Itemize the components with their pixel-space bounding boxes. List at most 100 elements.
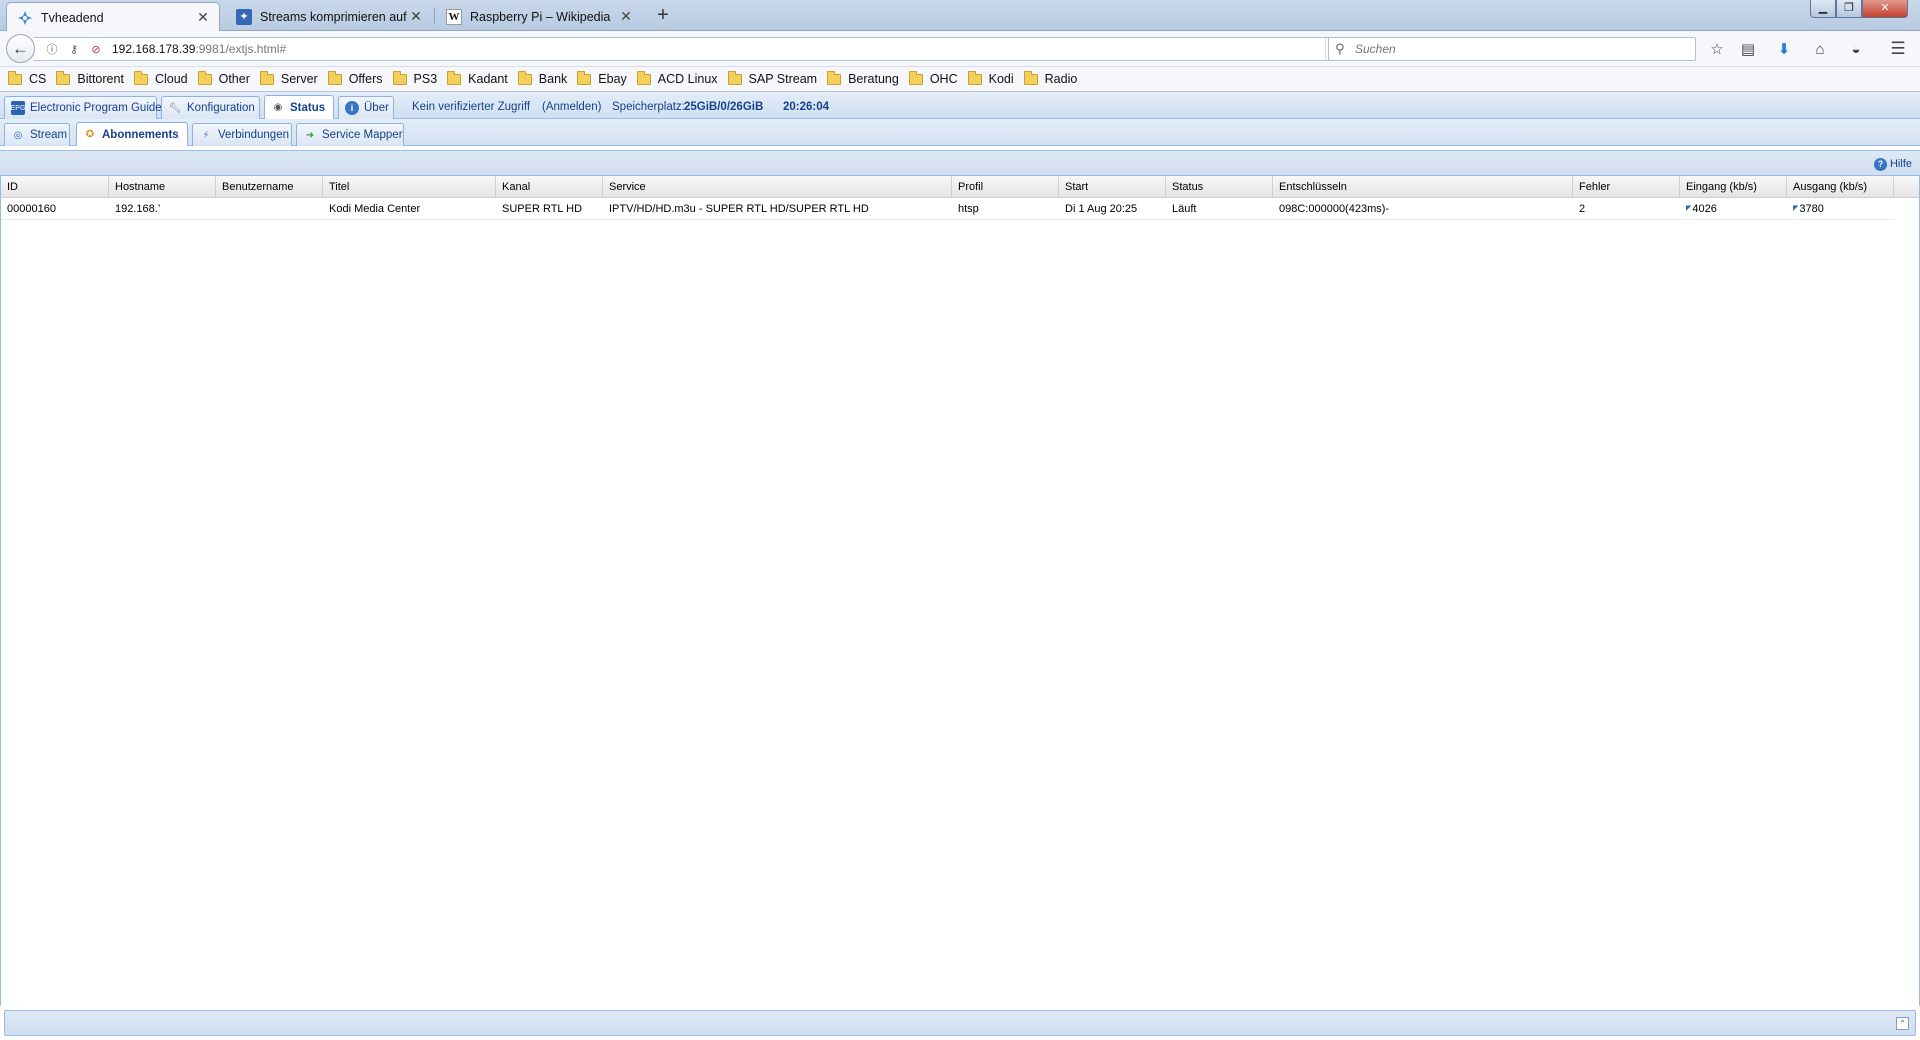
cell-eingang: ◤4026	[1680, 198, 1787, 220]
subscriptions-grid: ID Hostname Benutzername Titel Kanal Ser…	[0, 176, 1920, 1006]
close-window-button[interactable]: ✕	[1862, 0, 1908, 18]
cell-eingang-value: 4026	[1692, 203, 1717, 215]
close-tab-icon[interactable]: ✕	[408, 8, 424, 25]
cell-start: Di 1 Aug 20:25	[1065, 203, 1138, 215]
search-input[interactable]	[1355, 42, 1685, 56]
tab-label: Electronic Program Guide	[30, 102, 162, 114]
tab-label: Über	[364, 102, 389, 114]
back-button[interactable]: ←	[6, 34, 35, 63]
column-header-kanal[interactable]: Kanal	[496, 176, 603, 198]
bookmark-folder-beratung[interactable]: Beratung	[827, 70, 899, 86]
column-header-id[interactable]: ID	[1, 176, 109, 198]
tab-konfiguration[interactable]: 🔧︎ Konfiguration	[161, 96, 260, 119]
column-header-status[interactable]: Status	[1166, 176, 1273, 198]
browser-tab-label: Raspberry Pi – Wikipedia	[470, 9, 611, 24]
column-header-hostname[interactable]: Hostname	[109, 176, 216, 198]
bookmark-folder-acd-linux[interactable]: ACD Linux	[636, 70, 718, 86]
bookmark-folder-other[interactable]: Other	[197, 70, 250, 86]
browser-tab-tvheadend[interactable]: Tvheadend ✕	[6, 2, 220, 32]
bottom-status-bar: ⌃	[4, 1010, 1916, 1036]
bookmark-folder-ebay[interactable]: Ebay	[577, 70, 627, 86]
bookmark-star-icon[interactable]: ☆	[1705, 38, 1729, 60]
cell-ausgang: ◤3780	[1787, 198, 1894, 220]
bookmark-folder-offers[interactable]: Offers	[327, 70, 383, 86]
folder-icon	[517, 70, 532, 85]
folder-icon	[727, 70, 742, 85]
key-icon: ⚷	[69, 43, 79, 56]
help-button[interactable]: ? Hilfe	[1873, 155, 1912, 173]
bookmark-label: Offers	[348, 72, 383, 86]
bookmark-folder-radio[interactable]: Radio	[1023, 70, 1077, 86]
bookmark-folder-sap-stream[interactable]: SAP Stream	[727, 70, 818, 86]
column-header-fehler[interactable]: Fehler	[1573, 176, 1680, 198]
column-header-titel[interactable]: Titel	[323, 176, 496, 198]
tab-verbindungen[interactable]: ⚡︎ Verbindungen	[192, 123, 292, 146]
browser-tab-label: Tvheadend	[41, 10, 104, 25]
bookmarks-list-icon[interactable]: ▤	[1736, 38, 1760, 60]
wikipedia-icon: W	[446, 8, 462, 25]
bookmark-folder-cloud[interactable]: Cloud	[133, 70, 188, 86]
bookmark-label: PS3	[413, 72, 438, 86]
column-header-start[interactable]: Start	[1059, 176, 1166, 198]
info-icon[interactable]: ⓘ	[44, 41, 60, 57]
close-tab-icon[interactable]: ✕	[195, 9, 211, 26]
url-text[interactable]: 192.168.178.39:9981/extjs.html#	[112, 42, 286, 56]
cell-benutzername	[216, 198, 323, 220]
bookmark-folder-bank[interactable]: Bank	[517, 70, 567, 86]
browser-tab-streams[interactable]: ✦ Streams komprimieren auf T’ ✕	[226, 2, 432, 31]
tab-service-mapper[interactable]: ➜ Service Mapper	[296, 123, 404, 146]
tvheadend-app: EPG Electronic Program Guide 🔧︎ Konfigur…	[0, 92, 1920, 1040]
cell-hostname: 192.168.’	[115, 203, 161, 215]
bookmark-folder-kadant[interactable]: Kadant	[447, 70, 508, 86]
column-header-entschluesseln[interactable]: Entschlüsseln	[1273, 176, 1573, 198]
download-icon[interactable]: ⬇	[1772, 38, 1796, 60]
tab-status[interactable]: ◉ Status	[264, 95, 334, 119]
bookmark-label: Beratung	[848, 72, 899, 86]
url-path: :9981/extjs.html#	[195, 42, 287, 56]
menu-icon[interactable]: ☰	[1886, 38, 1910, 60]
column-header-benutzername[interactable]: Benutzername	[216, 176, 323, 198]
home-icon[interactable]: ⌂	[1808, 38, 1832, 60]
minimize-window-button[interactable]: ▁	[1810, 0, 1836, 18]
column-header-service[interactable]: Service	[603, 176, 952, 198]
pocket-icon[interactable]: ◒	[1844, 38, 1868, 60]
bookmark-folder-ps3[interactable]: PS3	[392, 70, 438, 86]
collapse-up-icon[interactable]: ⌃	[1896, 1017, 1909, 1030]
folder-icon	[327, 70, 342, 85]
new-tab-button[interactable]: +	[652, 4, 674, 28]
dirty-flag-icon: ◤	[1686, 205, 1692, 212]
insecure-lock-icon: ⊘	[91, 43, 101, 56]
forum-icon: ✦	[236, 8, 252, 25]
browser-tab-wikipedia[interactable]: W Raspberry Pi – Wikipedia ✕	[436, 2, 642, 31]
tab-label: Konfiguration	[187, 102, 255, 114]
bookmark-label: SAP Stream	[748, 72, 818, 86]
server-clock: 20:26:04	[783, 101, 830, 113]
tab-stream[interactable]: ◎ Stream	[4, 123, 70, 146]
url-bar[interactable]: ⓘ ⚷ ⊘ 192.168.178.39:9981/extjs.html# ↻	[34, 37, 1354, 61]
maximize-window-button[interactable]: ❐	[1836, 0, 1862, 18]
folder-icon	[133, 70, 148, 85]
antenna-icon: ◎	[13, 129, 23, 141]
column-header-ausgang[interactable]: Ausgang (kb/s)	[1787, 176, 1894, 198]
column-header-profil[interactable]: Profil	[952, 176, 1059, 198]
tab-ueber[interactable]: i Über	[338, 96, 394, 119]
column-header-eingang[interactable]: Eingang (kb/s)	[1680, 176, 1787, 198]
subscription-icon: ✪	[85, 129, 95, 140]
table-row[interactable]: 00000160 192.168.’ Kodi Media Center SUP…	[1, 198, 1895, 220]
grid-header: ID Hostname Benutzername Titel Kanal Ser…	[1, 176, 1919, 198]
folder-icon	[8, 70, 22, 85]
bookmark-label: ACD Linux	[657, 72, 718, 86]
folder-icon	[636, 70, 651, 85]
bookmark-folder-cs[interactable]: CS	[8, 70, 46, 86]
close-tab-icon[interactable]: ✕	[618, 8, 634, 25]
bookmark-folder-bittorent[interactable]: Bittorent	[56, 70, 124, 86]
bookmark-folder-kodi[interactable]: Kodi	[967, 70, 1014, 86]
login-link[interactable]: (Anmelden)	[542, 101, 601, 113]
bookmark-folder-ohc[interactable]: OHC	[908, 70, 958, 86]
cell-ausgang-value: 3780	[1799, 203, 1824, 215]
tab-epg[interactable]: EPG Electronic Program Guide	[4, 96, 162, 119]
cell-kanal: SUPER RTL HD	[502, 203, 583, 215]
bookmark-folder-server[interactable]: Server	[259, 70, 318, 86]
search-box[interactable]: ⚲	[1328, 37, 1696, 61]
tab-abonnements[interactable]: ✪ Abonnements	[76, 122, 188, 146]
